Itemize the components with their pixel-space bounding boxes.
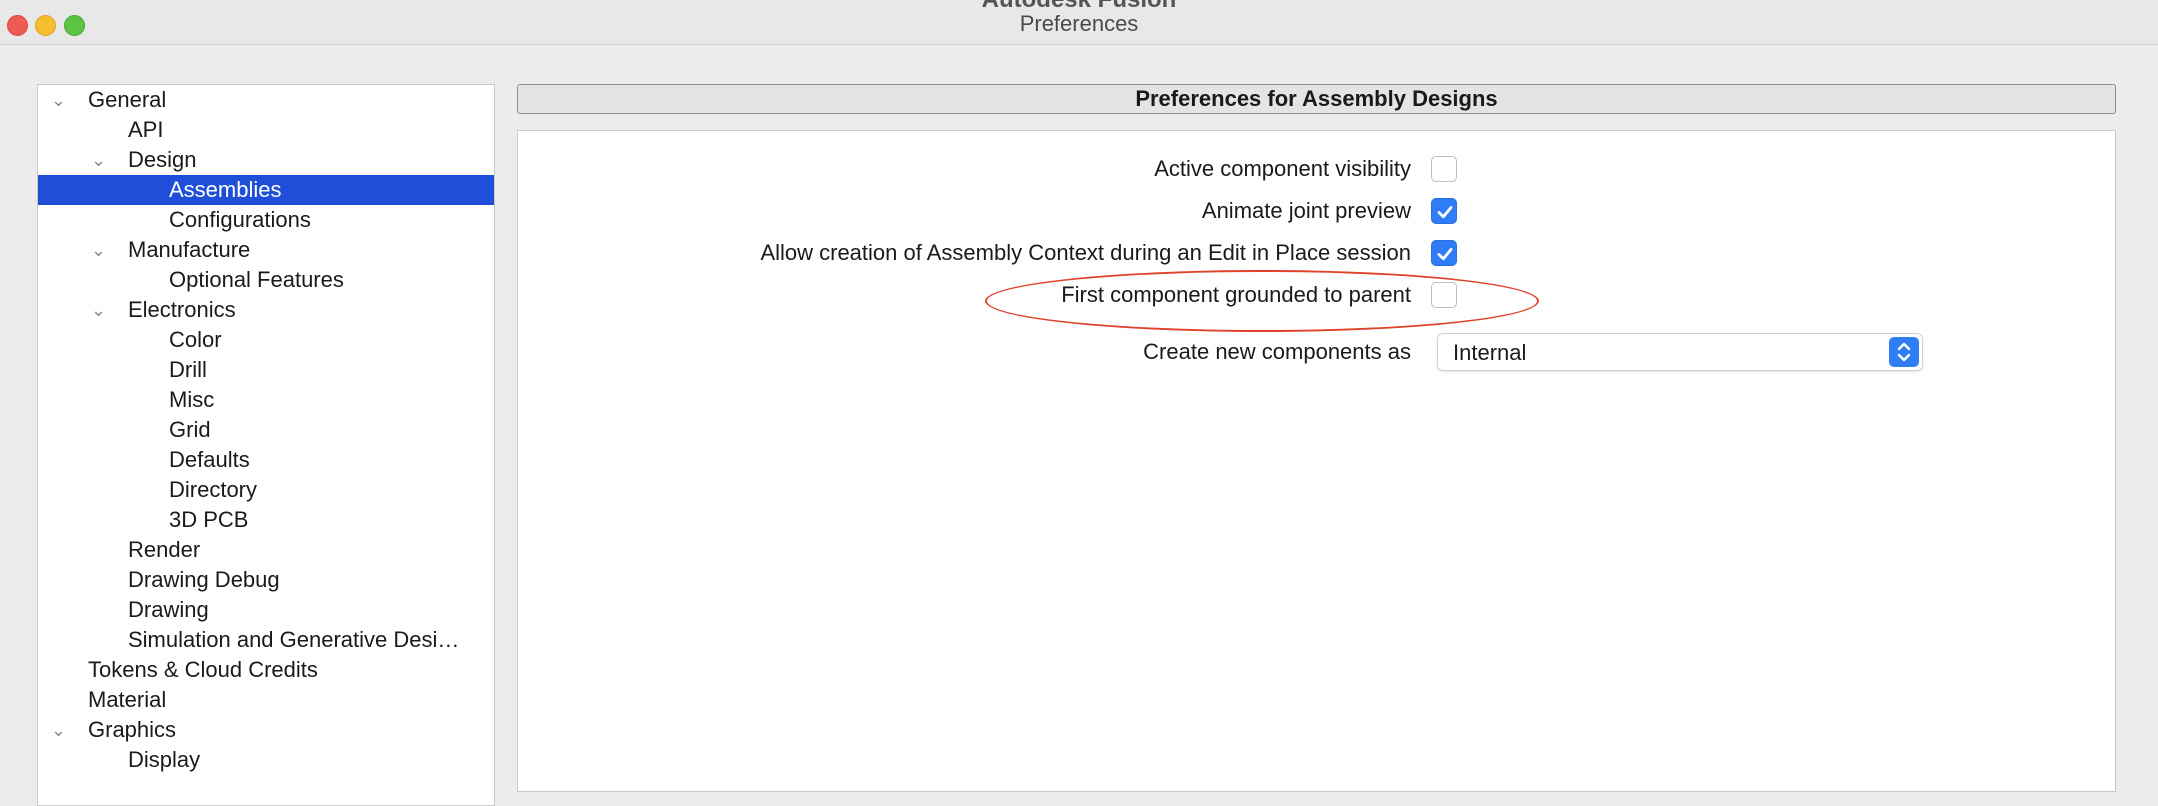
checkmark-icon — [1437, 206, 1453, 219]
tree-item-defaults[interactable]: Defaults — [38, 445, 494, 475]
tree-item-label: Color — [169, 327, 222, 352]
animate-joint-preview-label: Animate joint preview — [1201, 198, 1411, 223]
tree-item-label: Grid — [169, 417, 211, 442]
tree-item-display[interactable]: Display — [38, 745, 494, 775]
tree-item-grid[interactable]: Grid — [38, 415, 494, 445]
tree-item-label: Render — [128, 537, 201, 562]
first-component-grounded-label: First component grounded to parent — [1061, 282, 1411, 307]
tree-item-simulation-generative[interactable]: Simulation and Generative Desi… — [38, 625, 494, 655]
active-component-visibility-checkbox[interactable] — [1431, 156, 1457, 182]
tree-item-graphics[interactable]: ⌄ Graphics — [38, 715, 494, 745]
tree-item-label: Drawing — [128, 597, 209, 622]
tree-item-label: Graphics — [88, 717, 177, 742]
chevron-up-down-icon — [1897, 342, 1911, 362]
tree-item-label: Optional Features — [169, 267, 344, 292]
chevron-down-icon[interactable]: ⌄ — [91, 235, 106, 265]
tree-item-label: General — [88, 87, 167, 112]
select-stepper-icon[interactable] — [1889, 337, 1919, 367]
tree-item-label: Simulation and Generative Desi… — [128, 627, 460, 652]
tree-item-label: Manufacture — [128, 237, 251, 262]
tree-item-label: Tokens & Cloud Credits — [88, 657, 318, 682]
tree-item-label: Electronics — [128, 297, 236, 322]
tree-item-label: Material — [88, 687, 167, 712]
tree-item-drawing-debug[interactable]: Drawing Debug — [38, 565, 494, 595]
window-title: Preferences — [1019, 11, 1139, 36]
tree-item-directory[interactable]: Directory — [38, 475, 494, 505]
tree-item-label: Drawing Debug — [128, 567, 280, 592]
chevron-down-icon[interactable]: ⌄ — [51, 85, 66, 115]
tree-item-label: Assemblies — [169, 177, 282, 202]
active-component-visibility-label: Active component visibility — [1154, 156, 1411, 181]
tree-item-label: Directory — [169, 477, 258, 502]
chevron-down-icon[interactable]: ⌄ — [91, 295, 106, 325]
tree-item-label: Display — [128, 747, 201, 772]
create-new-components-select[interactable]: Internal — [1437, 333, 1923, 371]
tree-item-label: 3D PCB — [169, 507, 249, 532]
preferences-content-panel — [517, 130, 2116, 792]
chevron-down-icon[interactable]: ⌄ — [91, 145, 106, 175]
tree-item-label: Drill — [169, 357, 207, 382]
tree-item-label: Design — [128, 147, 197, 172]
allow-assembly-context-label: Allow creation of Assembly Context durin… — [760, 240, 1411, 265]
preferences-tree[interactable]: ⌄ General API ⌄ Design Assemblies Config… — [37, 84, 495, 806]
tree-item-general[interactable]: ⌄ General — [38, 85, 494, 115]
title-bar: Autodesk Fusion Preferences — [0, 0, 2158, 45]
create-new-components-label: Create new components as — [1143, 339, 1411, 364]
tree-item-material[interactable]: Material — [38, 685, 494, 715]
tree-item-misc[interactable]: Misc — [38, 385, 494, 415]
tree-item-label: Defaults — [169, 447, 250, 472]
allow-assembly-context-checkbox[interactable] — [1431, 240, 1457, 266]
tree-item-api[interactable]: API — [38, 115, 494, 145]
tree-item-label: Configurations — [169, 207, 311, 232]
tree-item-label: API — [128, 117, 164, 142]
section-header: Preferences for Assembly Designs — [517, 84, 2116, 114]
tree-item-3d-pcb[interactable]: 3D PCB — [38, 505, 494, 535]
tree-item-tokens-cloud-credits[interactable]: Tokens & Cloud Credits — [38, 655, 494, 685]
checkmark-icon — [1437, 248, 1453, 261]
tree-item-render[interactable]: Render — [38, 535, 494, 565]
first-component-grounded-checkbox[interactable] — [1431, 282, 1457, 308]
tree-item-drawing[interactable]: Drawing — [38, 595, 494, 625]
select-value: Internal — [1453, 340, 1527, 365]
chevron-down-icon[interactable]: ⌄ — [51, 715, 66, 745]
animate-joint-preview-checkbox[interactable] — [1431, 198, 1457, 224]
tree-item-label: Misc — [169, 387, 215, 412]
